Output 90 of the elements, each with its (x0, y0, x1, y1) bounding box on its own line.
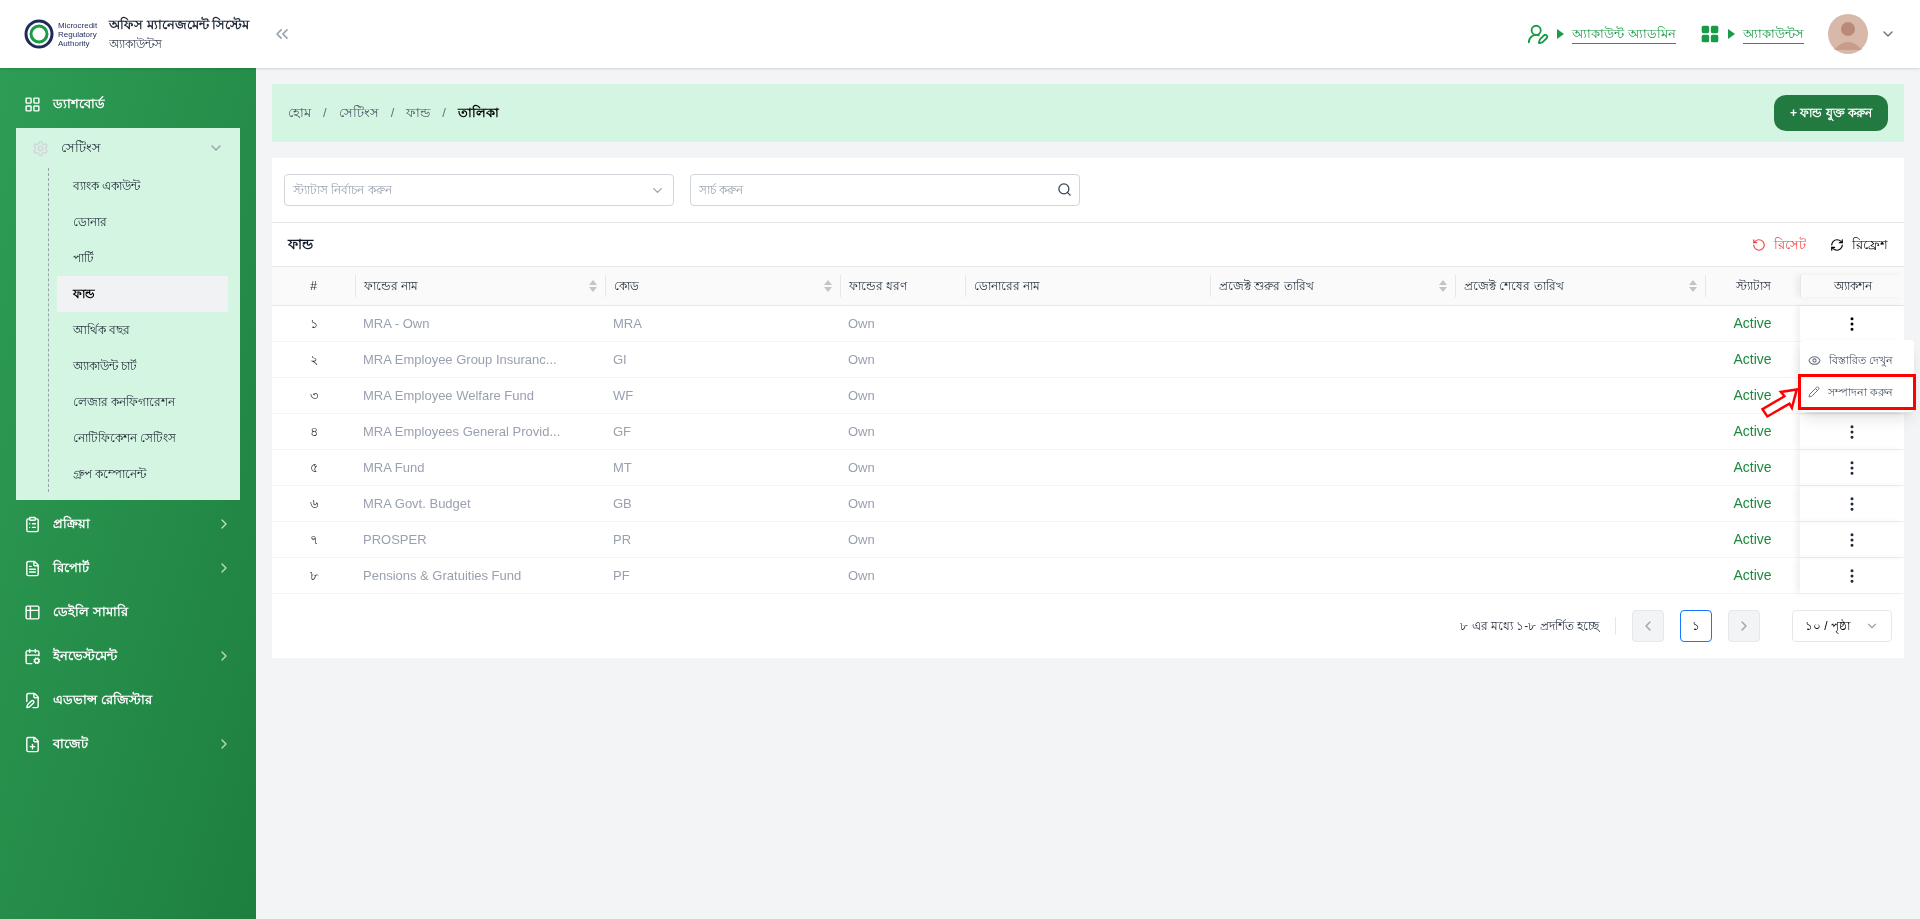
sidebar-item[interactable]: এডভান্স রেজিস্টার (0, 680, 256, 720)
table-cell-text: MRA Employee Group Insuranc... (362, 350, 558, 369)
table-cell-text: MRA Govt. Budget (362, 494, 472, 513)
sidebar-item[interactable]: ইনভেস্টমেন্ট (0, 636, 256, 676)
status-text: Active (1733, 314, 1772, 333)
table-cell-text: Own (847, 422, 876, 441)
table-cell-text: GB (612, 494, 633, 513)
table-cell-text: PR (612, 530, 633, 549)
sidebar-item[interactable]: সেটিংস (16, 128, 240, 168)
table-cell-text: Own (847, 530, 876, 549)
menu-item[interactable]: বিস্তারিত দেখুন (1800, 344, 1914, 376)
column-header[interactable]: ফান্ডের নাম (355, 275, 605, 297)
column-header[interactable]: প্রজেক্ট শেষের তারিখ (1455, 275, 1705, 297)
logo-text: Microcredit (58, 20, 98, 30)
status-text: Active (1733, 458, 1772, 477)
sidebar-item[interactable]: প্রক্রিয়া (0, 504, 256, 544)
table-cell-text: MRA Employees General Provid... (362, 422, 562, 441)
table-cell-text: Own (847, 314, 876, 333)
sidebar-item[interactable]: ডেইলি সামারি (0, 592, 256, 632)
logo-text: Regulatory (58, 29, 98, 39)
pagination-summary: ৮ এর মধ্যে ১-৮ প্রদর্শিত হচ্ছে (1460, 617, 1616, 635)
table-cell-text: PF (612, 566, 631, 585)
table-cell-text: GI (612, 350, 628, 369)
table-cell-text: ৬ (308, 494, 319, 513)
sidebar-subitem[interactable]: নোটিফিকেশন সেটিংস (57, 420, 228, 456)
sidebar-subitem[interactable]: ব্যাংক একাউন্ট (57, 168, 228, 204)
breadcrumb-current[interactable]: তালিকা (457, 103, 499, 123)
table-cell-text: ১ (308, 314, 319, 333)
page-size-select[interactable]: ১০ / পৃষ্ঠা (1792, 610, 1892, 642)
table-cell-text: Pensions & Gratuities Fund (362, 566, 523, 585)
table-cell-text: ২ (308, 350, 319, 369)
sidebar-subitem[interactable]: ফান্ড (57, 276, 228, 312)
table-cell-text: ৪ (308, 422, 319, 441)
column-header[interactable]: কোড (605, 275, 840, 297)
status-text: Active (1733, 422, 1772, 441)
table-cell-text: WF (612, 386, 635, 405)
table-cell-text: ৭ (308, 530, 319, 549)
sidebar-subitem[interactable]: গ্রুপ কম্পোনেন্ট (57, 456, 228, 492)
breadcrumb-link[interactable]: হোম (288, 103, 311, 123)
table-cell-text: MRA Employee Welfare Fund (362, 386, 535, 405)
header-link[interactable]: অ্যাকাউন্ট অ্যাডমিন (1572, 23, 1676, 45)
table-cell-text: ৫ (308, 458, 319, 477)
header-link[interactable]: অ্যাকাউন্টস (1743, 23, 1804, 45)
column-header: # (309, 278, 318, 295)
table-cell-text: MT (612, 458, 633, 477)
status-text: Active (1733, 350, 1772, 369)
table-cell-text: Own (847, 494, 876, 513)
sidebar-subitem[interactable]: লেজার কনফিগারেশন (57, 384, 228, 420)
table-cell-text: Own (847, 458, 876, 477)
app-title: অফিস ম্যানেজমেন্ট সিস্টেম (109, 15, 250, 35)
sidebar-item[interactable]: রিপোর্ট (0, 548, 256, 588)
table-cell-text: MRA (612, 314, 643, 333)
breadcrumb-link[interactable]: সেটিংস (338, 103, 379, 123)
column-header[interactable]: প্রজেক্ট শুরুর তারিখ (1210, 275, 1455, 297)
table-cell-text: PROSPER (362, 530, 428, 549)
table-cell-text: Own (847, 386, 876, 405)
status-text: Active (1733, 494, 1772, 513)
search-field[interactable]: সার্চ করুন (690, 174, 1080, 206)
breadcrumb-link[interactable]: ফান্ড (406, 103, 431, 123)
table-cell-text: Own (847, 350, 876, 369)
column-header: ফান্ডের ধরণ (840, 275, 965, 297)
table-cell-text: Own (847, 566, 876, 585)
table-cell-text: ৮ (308, 566, 319, 585)
status-text: Active (1733, 530, 1772, 549)
breadcrumb-separator: / (323, 104, 327, 123)
page-button[interactable]: ১ (1680, 610, 1712, 642)
app-subtitle: অ্যাকাউন্টস (109, 35, 164, 53)
sidebar-item[interactable]: বাজেট (0, 724, 256, 764)
sidebar-subitem[interactable]: আর্থিক বছর (57, 312, 228, 348)
table-cell-text: MRA Fund (362, 458, 426, 477)
breadcrumb-separator: / (442, 104, 446, 123)
add-fund-button[interactable]: + ফান্ড যুক্ত করুন (1774, 95, 1888, 131)
column-header: অ্যাকশন (1800, 275, 1904, 297)
reset-button[interactable]: রিসেট (1752, 234, 1806, 255)
sidebar-subitem[interactable]: অ্যাকাউন্ট চার্ট (57, 348, 228, 384)
sidebar-subitem[interactable]: ডোনার (57, 204, 228, 240)
status-text: Active (1733, 566, 1772, 585)
breadcrumb-separator: / (390, 104, 395, 123)
column-header: স্ট্যাটাস (1705, 275, 1800, 297)
table-cell-text: MRA - Own (362, 314, 431, 333)
sidebar-subitem[interactable]: পার্টি (57, 240, 228, 276)
status-text: Active (1733, 386, 1772, 405)
refresh-button[interactable]: রিফ্রেশ (1830, 234, 1888, 255)
logo-text: Authority (58, 38, 90, 48)
menu-item[interactable]: সম্পাদনা করুন (1800, 376, 1914, 408)
sidebar-item[interactable]: ড্যাশবোর্ড (0, 84, 256, 124)
table-cell-text: ৩ (308, 386, 319, 405)
column-header: ডোনারের নাম (965, 275, 1210, 297)
table-cell-text: GF (612, 422, 633, 441)
table-title: ফান্ড (288, 235, 315, 254)
